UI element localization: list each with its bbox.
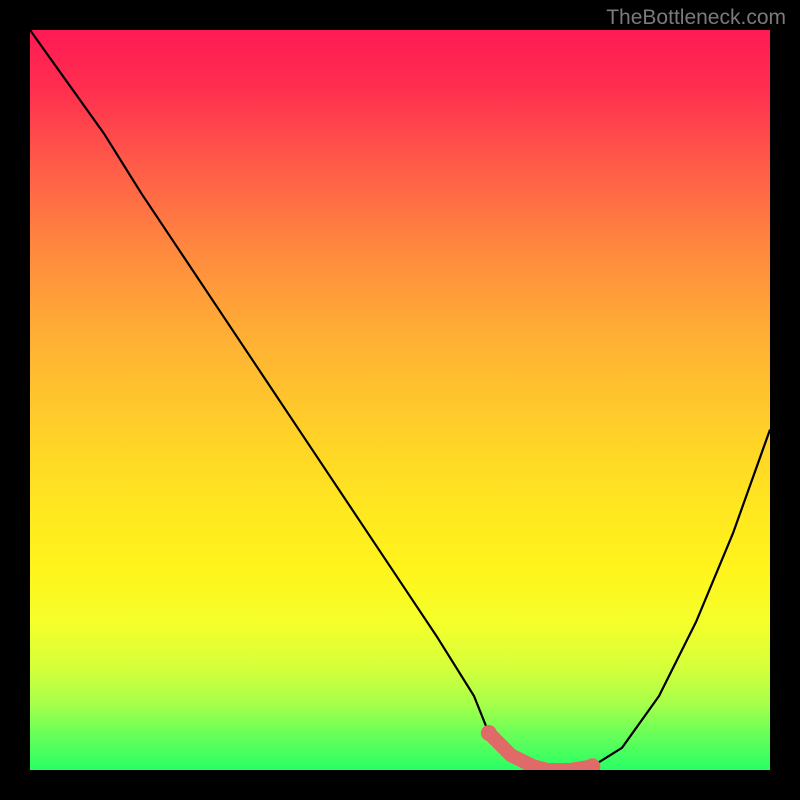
- highlight-dot-end: [584, 758, 600, 770]
- highlight-dot-start: [481, 725, 497, 741]
- watermark-text: TheBottleneck.com: [606, 6, 786, 30]
- plot-area: [30, 30, 770, 770]
- chart-svg: [30, 30, 770, 770]
- bottleneck-curve: [30, 30, 770, 770]
- highlight-segment: [489, 733, 593, 770]
